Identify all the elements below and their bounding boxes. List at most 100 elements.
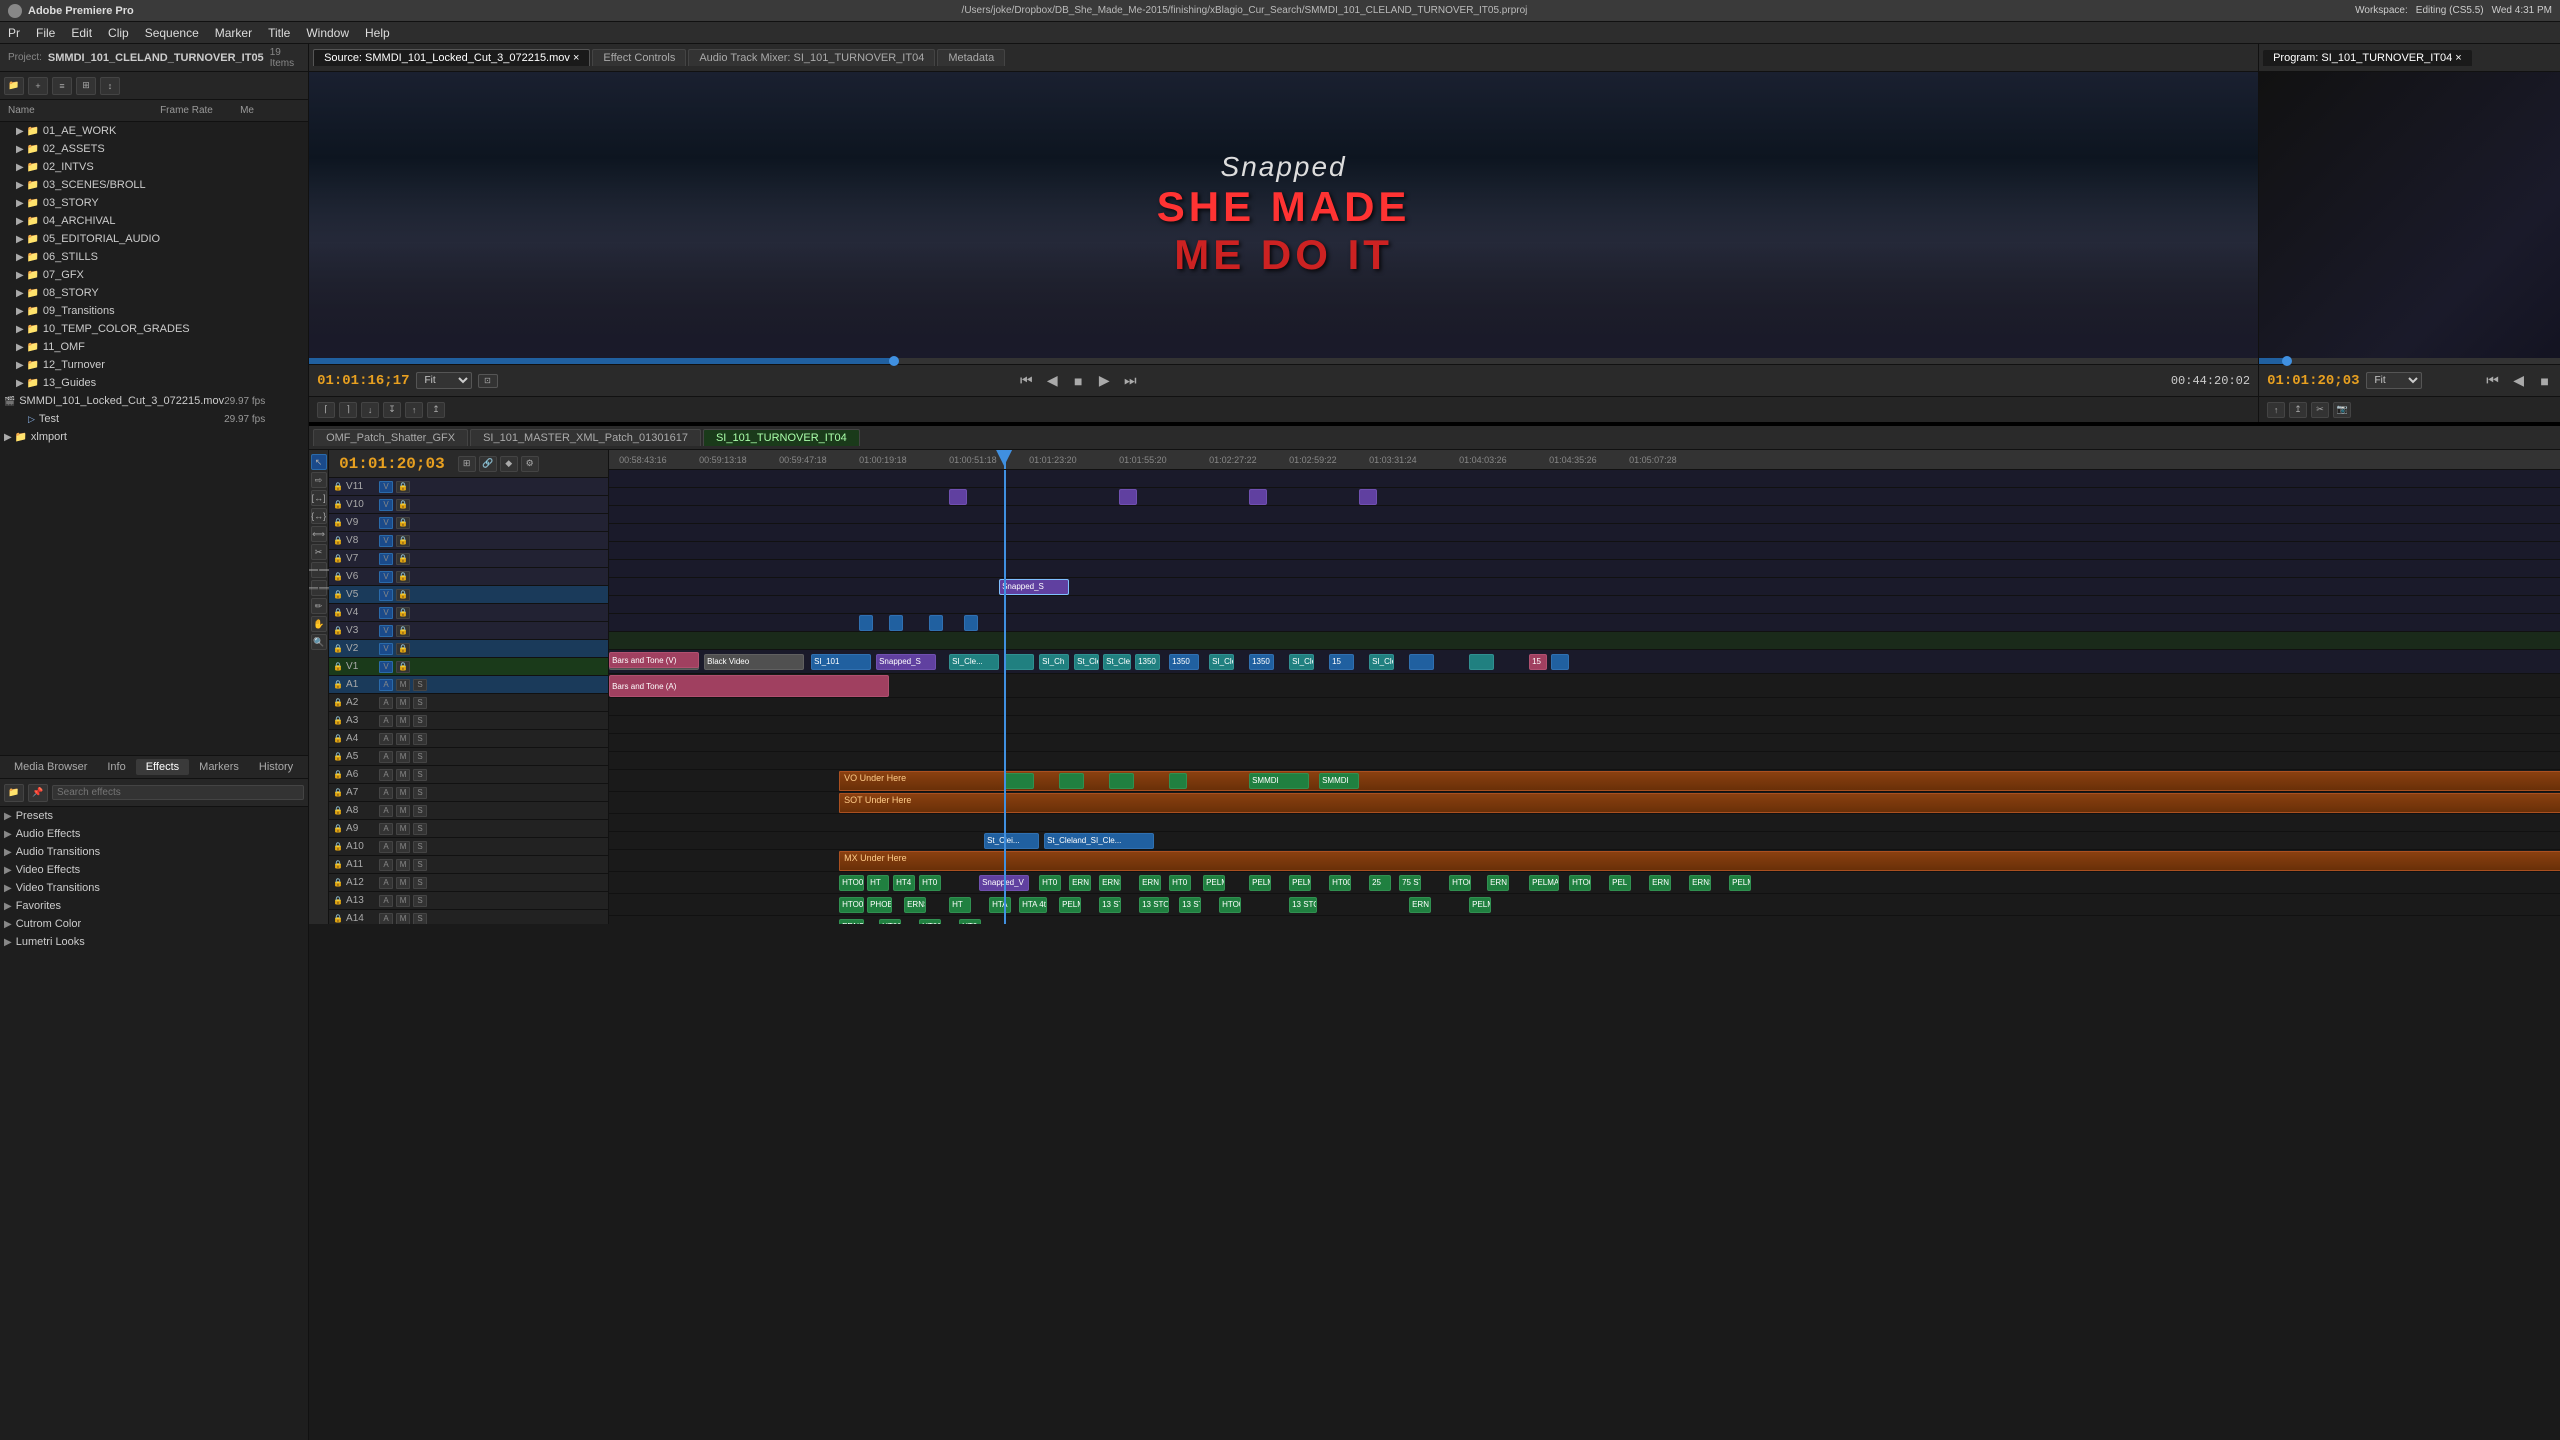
track-solo-btn[interactable]: S [413,787,427,799]
clip-blackvideo2[interactable]: Black Video [704,654,804,670]
effects-item-audio-transitions[interactable]: ▶ Audio Transitions [0,843,308,861]
track-lock-btn[interactable]: 🔒 [396,589,410,601]
settings-btn[interactable]: ⚙ [521,456,539,472]
track-mute-btn[interactable]: M [396,823,410,835]
track-solo-btn[interactable]: S [413,859,427,871]
clip-ht[interactable]: HT006 [879,919,901,925]
lock-icon[interactable]: 🔒 [333,824,343,833]
clip-ht[interactable]: PELMAN [1529,875,1559,891]
clip-ht[interactable]: HTO01 [1449,875,1471,891]
effects-item-video-effects[interactable]: ▶ Video Effects [0,861,308,879]
clip-ht[interactable]: HTA 4t06 [1019,897,1047,913]
lock-icon[interactable]: 🔒 [333,554,343,563]
lock-icon[interactable]: 🔒 [333,500,343,509]
clip-ht[interactable]: PHOE [867,897,892,913]
clip-ht[interactable]: HT0 [1169,875,1191,891]
program-tab-main[interactable]: Program: SI_101_TURNOVER_IT04 × [2263,50,2472,66]
new-folder-btn[interactable]: 📁 [4,784,24,802]
track-vis-btn[interactable]: V [379,535,393,547]
timeline-tab-turnover[interactable]: SI_101_TURNOVER_IT04 [703,429,860,446]
clip-ht[interactable]: PEL [1609,875,1631,891]
track-solo-btn[interactable]: S [413,697,427,709]
track-mute-btn[interactable]: M [396,769,410,781]
list-item[interactable]: ▶ 📁 03_SCENES/BROLL [0,176,308,194]
track-mute-btn[interactable]: M [396,877,410,889]
list-item[interactable]: ▶ 📁 01_AE_WORK [0,122,308,140]
lock-icon[interactable]: 🔒 [333,572,343,581]
track-solo-btn[interactable]: S [413,679,427,691]
mark-in-btn[interactable]: ⌈ [317,402,335,418]
track-mute-btn[interactable]: M [396,895,410,907]
clip[interactable]: 1350 [1135,654,1160,670]
mark-out-btn[interactable]: ⌉ [339,402,357,418]
clip[interactable]: St_Cle [1103,654,1131,670]
clip[interactable]: 1350 [1249,654,1274,670]
menu-edit[interactable]: Edit [71,26,92,40]
clip-ht[interactable]: 13 STO53 Space [1289,897,1317,913]
track-rec-btn[interactable]: A [379,895,393,907]
effects-item-custom-color[interactable]: ▶ Cutrom Color [0,915,308,933]
clip-ht[interactable]: ERNST [904,897,926,913]
track-select-tool[interactable]: ⇨ [311,472,327,488]
clip-stclean[interactable]: St_Clei... [984,833,1039,849]
clip-ht[interactable]: PELM [1203,875,1225,891]
clip[interactable]: SI_Ch [1039,654,1069,670]
clip-ht[interactable]: PELMAN_CD3 [1469,897,1491,913]
track-rec-btn[interactable]: A [379,841,393,853]
list-item[interactable]: ▶ 📁 03_STORY [0,194,308,212]
stop-btn[interactable]: ■ [1067,370,1089,392]
zoom-tool[interactable]: 🔍 [311,634,327,650]
snap-btn[interactable]: ⊞ [458,456,476,472]
track-lock-btn[interactable]: 🔒 [396,661,410,673]
timeline-tab-master[interactable]: SI_101_MASTER_XML_Patch_01301617 [470,429,701,446]
program-progress-thumb[interactable] [2282,356,2292,366]
track-mute-btn[interactable]: M [396,697,410,709]
ripple-edit-tool[interactable]: [↔] [311,490,327,506]
slip-tool[interactable]: ⟵⟶ [311,562,327,578]
clip-ht[interactable]: HTO01_ [1219,897,1241,913]
tab-history[interactable]: History [249,759,303,775]
list-item[interactable]: ▶ 📁 xlmport [0,428,308,446]
selection-tool[interactable]: ↖ [311,454,327,470]
clip[interactable] [1119,489,1137,505]
tab-effects[interactable]: Effects [136,759,189,775]
track-lock-btn[interactable]: 🔒 [396,625,410,637]
icon-view-btn[interactable]: ⊞ [76,77,96,95]
track-vis-btn[interactable]: V [379,553,393,565]
track-rec-btn[interactable]: A [379,769,393,781]
track-vis-btn[interactable]: V [379,571,393,583]
region-mx-under[interactable]: MX Under Here [839,851,2560,871]
step-forward-btn[interactable]: ⏭ [1119,370,1141,392]
list-item[interactable]: 🎬 SMMDI_101_Locked_Cut_3_072215.mov 29.9… [0,392,308,410]
list-item[interactable]: ▶ 📁 12_Turnover [0,356,308,374]
clip-ht[interactable]: HT0 [959,919,981,925]
list-item[interactable]: ▶ 📁 10_TEMP_COLOR_GRADES [0,320,308,338]
list-item[interactable]: ▶ 📁 13_Guides [0,374,308,392]
clip-ht[interactable]: 25 [1369,875,1391,891]
timeline-ruler[interactable]: 00:58:43:16 00:59:13:18 00:59:47:18 01:0… [609,450,2560,470]
region-sot-under[interactable]: SOT Under Here [839,793,2560,813]
clip[interactable]: 15 [1329,654,1354,670]
tab-markers[interactable]: Markers [189,759,249,775]
clip[interactable] [1469,654,1494,670]
rate-stretch-tool[interactable]: ⟺ [311,526,327,542]
track-vis-btn[interactable]: V [379,607,393,619]
lock-icon[interactable]: 🔒 [333,860,343,869]
clip-ht[interactable]: HT00 [919,919,941,925]
clip-ht[interactable]: ERNST [1689,875,1711,891]
export-frame-btn[interactable]: 📷 [2333,402,2351,418]
clip-ht[interactable]: HT [949,897,971,913]
track-lock-btn[interactable]: 🔒 [396,481,410,493]
clip[interactable] [1409,654,1434,670]
clip-stcleland[interactable]: St_Cleland_SI_Cle... [1044,833,1154,849]
clip[interactable]: St_Cle [1074,654,1099,670]
clip-bars-audio[interactable]: Bars and Tone (A) [609,675,889,697]
pen-tool[interactable]: ✏ [311,598,327,614]
source-tab-clip[interactable]: Source: SMMDI_101_Locked_Cut_3_072215.mo… [313,49,590,66]
track-rec-btn[interactable]: A [379,913,393,925]
track-lock-btn[interactable]: 🔒 [396,535,410,547]
lock-icon[interactable]: 🔒 [333,752,343,761]
clip-ht[interactable]: 13 STO [1179,897,1201,913]
track-vis-btn[interactable]: V [379,625,393,637]
clip[interactable] [1059,773,1084,789]
